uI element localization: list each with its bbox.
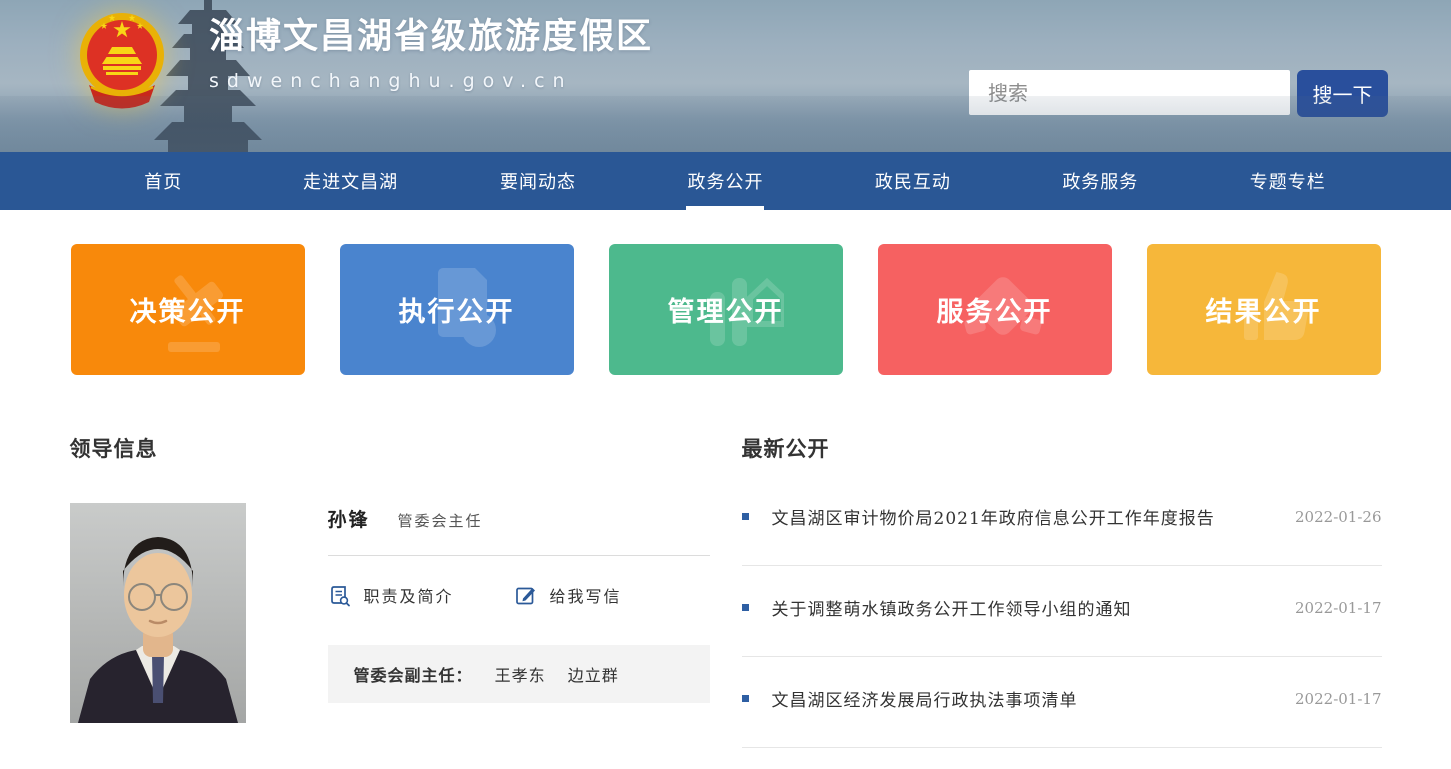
write-letter-icon xyxy=(514,584,537,607)
search-input[interactable] xyxy=(969,70,1290,115)
nav-item-gov-disclosure[interactable]: 政务公开 xyxy=(632,152,819,210)
site-title: 淄博文昌湖省级旅游度假区 xyxy=(209,18,653,57)
active-tab-underline xyxy=(686,206,764,210)
card-management-disclosure[interactable]: 管理公开 xyxy=(609,244,843,375)
site-url: sdwenchanghu.gov.cn xyxy=(209,70,653,92)
leader-name: 孙锋 xyxy=(328,505,370,532)
nav-item-home[interactable]: 首页 xyxy=(70,152,257,210)
national-emblem-logo xyxy=(75,5,169,115)
news-date: 2022-01-26 xyxy=(1295,508,1381,526)
duties-profile-link[interactable]: 职责及简介 xyxy=(328,583,454,607)
card-execution-disclosure[interactable]: 执行公开 xyxy=(340,244,574,375)
disclosure-cards: 决策公开 执行公开 管理公开 服务公开 结果公开 xyxy=(71,244,1381,375)
deputy-name[interactable]: 边立群 xyxy=(568,666,619,685)
search-button[interactable]: 搜一下 xyxy=(1297,70,1388,117)
nav-item-news[interactable]: 要闻动态 xyxy=(444,152,631,210)
nav-item-about[interactable]: 走进文昌湖 xyxy=(257,152,444,210)
news-section-heading: 最新公开 xyxy=(742,433,1382,463)
news-title: 文昌湖区经济发展局行政执法事项清单 xyxy=(772,686,1276,711)
divider xyxy=(328,555,710,556)
news-date: 2022-01-17 xyxy=(1295,690,1381,708)
news-item[interactable]: 文昌湖区经济发展局行政执法事项清单 2022-01-17 xyxy=(742,657,1382,748)
news-item[interactable]: 关于调整萌水镇政务公开工作领导小组的通知 2022-01-17 xyxy=(742,566,1382,657)
write-letter-link[interactable]: 给我写信 xyxy=(514,583,622,607)
bullet-icon xyxy=(742,695,749,702)
latest-disclosure-section: 最新公开 文昌湖区审计物价局2021年政府信息公开工作年度报告 2022-01-… xyxy=(742,433,1382,748)
main-nav: 首页 走进文昌湖 要闻动态 政务公开 政民互动 政务服务 专题专栏 xyxy=(0,152,1451,210)
search-bar: 搜一下 xyxy=(969,70,1388,117)
bullet-icon xyxy=(742,604,749,611)
site-branding: 淄博文昌湖省级旅游度假区 sdwenchanghu.gov.cn xyxy=(209,18,653,92)
news-list: 文昌湖区审计物价局2021年政府信息公开工作年度报告 2022-01-26 关于… xyxy=(742,475,1382,748)
deputy-directors-box: 管委会副主任： 王孝东 边立群 xyxy=(328,645,710,703)
news-title: 文昌湖区审计物价局2021年政府信息公开工作年度报告 xyxy=(772,504,1276,529)
deputy-name[interactable]: 王孝东 xyxy=(495,666,546,685)
leader-photo[interactable] xyxy=(70,503,246,723)
news-title: 关于调整萌水镇政务公开工作领导小组的通知 xyxy=(772,595,1276,620)
card-service-disclosure[interactable]: 服务公开 xyxy=(878,244,1112,375)
news-date: 2022-01-17 xyxy=(1295,599,1381,617)
leader-section-heading: 领导信息 xyxy=(70,433,710,463)
leader-title: 管委会主任 xyxy=(398,510,483,531)
card-decision-disclosure[interactable]: 决策公开 xyxy=(71,244,305,375)
leader-info-section: 领导信息 xyxy=(70,433,710,748)
nav-item-services[interactable]: 政务服务 xyxy=(1007,152,1194,210)
nav-item-special-topics[interactable]: 专题专栏 xyxy=(1194,152,1381,210)
news-item[interactable]: 文昌湖区审计物价局2021年政府信息公开工作年度报告 2022-01-26 xyxy=(742,475,1382,566)
deputy-label: 管委会副主任： xyxy=(354,666,473,685)
nav-item-interaction[interactable]: 政民互动 xyxy=(819,152,1006,210)
document-search-icon xyxy=(328,584,351,607)
site-header: 淄博文昌湖省级旅游度假区 sdwenchanghu.gov.cn 搜一下 xyxy=(0,0,1451,152)
card-result-disclosure[interactable]: 结果公开 xyxy=(1147,244,1381,375)
bullet-icon xyxy=(742,513,749,520)
